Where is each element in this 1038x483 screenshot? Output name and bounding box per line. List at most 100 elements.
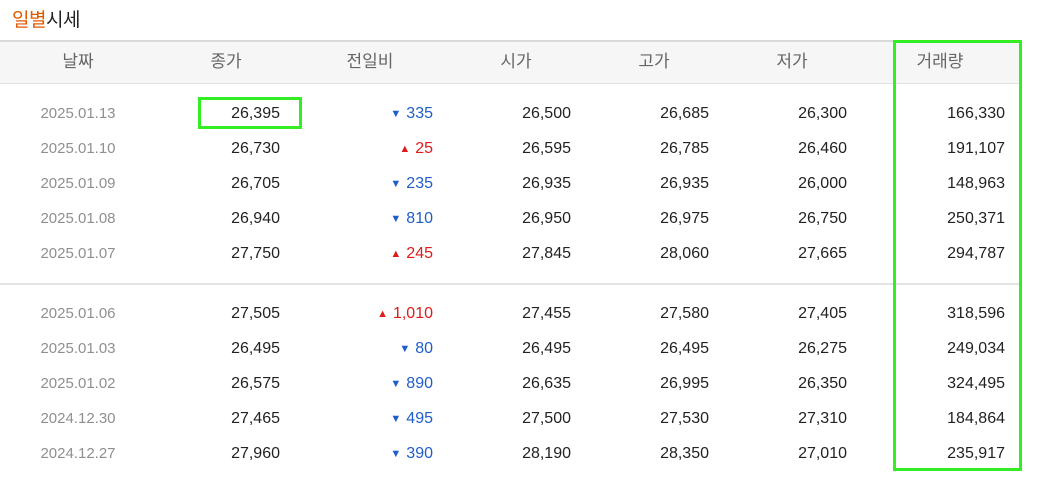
header-close: 종가 bbox=[210, 52, 242, 72]
change-cell: ▼ 335 bbox=[390, 96, 433, 131]
change-cell: ▲ 25 bbox=[399, 131, 433, 166]
change-cell: ▼ 890 bbox=[390, 366, 433, 401]
volume-cell: 294,787 bbox=[947, 245, 1005, 262]
change-value: 25 bbox=[415, 140, 433, 157]
table-row: 2025.01.07 27,750 ▲ 245 27,845 28,060 27,665 29… bbox=[0, 236, 1022, 271]
close-cell: 27,960 bbox=[231, 445, 280, 462]
down-arrow-icon: ▼ bbox=[390, 378, 402, 390]
change-cell: ▼ 390 bbox=[390, 436, 433, 471]
open-cell: 26,635 bbox=[522, 375, 571, 392]
change-value: 235 bbox=[406, 175, 433, 192]
open-cell: 27,500 bbox=[522, 410, 571, 427]
change-cell: ▼ 810 bbox=[390, 201, 433, 236]
date-cell: 2024.12.30 bbox=[40, 410, 116, 427]
up-arrow-icon: ▲ bbox=[377, 308, 388, 320]
down-arrow-icon: ▼ bbox=[390, 413, 402, 425]
low-cell: 27,310 bbox=[798, 410, 847, 427]
open-cell: 26,935 bbox=[522, 175, 571, 192]
low-cell: 26,000 bbox=[798, 175, 847, 192]
date-cell: 2025.01.08 bbox=[40, 210, 116, 227]
close-cell: 27,505 bbox=[231, 305, 280, 322]
table-row: 2025.01.09 26,705 ▼ 235 26,935 26,935 26,000 14… bbox=[0, 166, 1022, 201]
change-value: 495 bbox=[406, 410, 433, 427]
change-value: 335 bbox=[406, 105, 433, 122]
change-cell: ▲ 245 bbox=[390, 236, 433, 271]
high-cell: 27,580 bbox=[660, 305, 709, 322]
volume-cell: 191,107 bbox=[947, 140, 1005, 157]
header-high: 고가 bbox=[638, 52, 670, 72]
close-cell: 26,395 bbox=[231, 105, 280, 122]
section-title-rest: 시세 bbox=[45, 9, 80, 31]
low-cell: 27,010 bbox=[798, 445, 847, 462]
low-cell: 26,460 bbox=[798, 140, 847, 157]
high-cell: 26,935 bbox=[660, 175, 709, 192]
high-cell: 28,060 bbox=[660, 245, 709, 262]
high-cell: 26,785 bbox=[660, 140, 709, 157]
header-date: 날짜 bbox=[62, 52, 94, 72]
open-cell: 27,455 bbox=[522, 305, 571, 322]
down-arrow-icon: ▼ bbox=[390, 448, 402, 460]
change-value: 890 bbox=[406, 375, 433, 392]
close-cell: 27,465 bbox=[231, 410, 280, 427]
change-cell: ▼ 80 bbox=[399, 331, 433, 366]
down-arrow-icon: ▼ bbox=[390, 213, 402, 225]
high-cell: 26,995 bbox=[660, 375, 709, 392]
close-cell: 26,705 bbox=[231, 175, 280, 192]
date-cell: 2025.01.03 bbox=[40, 340, 116, 357]
table-row: 2025.01.10 26,730 ▲ 25 26,595 26,785 26,460 191… bbox=[0, 131, 1022, 166]
high-cell: 26,495 bbox=[660, 340, 709, 357]
high-cell: 27,530 bbox=[660, 410, 709, 427]
date-cell: 2024.12.27 bbox=[40, 445, 116, 462]
low-cell: 26,300 bbox=[798, 105, 847, 122]
change-value: 390 bbox=[406, 445, 433, 462]
low-cell: 26,750 bbox=[798, 210, 847, 227]
open-cell: 26,595 bbox=[522, 140, 571, 157]
up-arrow-icon: ▲ bbox=[399, 143, 411, 155]
close-cell: 26,575 bbox=[231, 375, 280, 392]
date-cell: 2025.01.06 bbox=[40, 305, 116, 322]
low-cell: 26,275 bbox=[798, 340, 847, 357]
high-cell: 26,975 bbox=[660, 210, 709, 227]
volume-cell: 318,596 bbox=[947, 305, 1005, 322]
header-low: 저가 bbox=[776, 52, 808, 72]
table-row: 2024.12.30 27,465 ▼ 495 27,500 27,530 27,310 18… bbox=[0, 401, 1022, 436]
low-cell: 26,350 bbox=[798, 375, 847, 392]
low-cell: 27,405 bbox=[798, 305, 847, 322]
group-divider bbox=[0, 283, 1022, 285]
volume-cell: 148,963 bbox=[947, 175, 1005, 192]
table-header: 날짜 종가 전일비 시가 고가 저가 거래량 bbox=[0, 42, 1022, 84]
date-cell: 2025.01.10 bbox=[40, 140, 116, 157]
table-row: 2025.01.02 26,575 ▼ 890 26,635 26,995 26,350 32… bbox=[0, 366, 1022, 401]
volume-cell: 250,371 bbox=[947, 210, 1005, 227]
section-title-accent: 일별 bbox=[12, 9, 46, 31]
table-row: 2025.01.08 26,940 ▼ 810 26,950 26,975 26,750 25… bbox=[0, 201, 1022, 236]
change-value: 1,010 bbox=[392, 305, 433, 322]
volume-cell: 184,864 bbox=[947, 410, 1005, 427]
date-cell: 2025.01.02 bbox=[40, 375, 116, 392]
change-cell: ▲ 1,010 bbox=[377, 296, 433, 331]
open-cell: 26,950 bbox=[522, 210, 571, 227]
high-cell: 26,685 bbox=[660, 105, 709, 122]
table-row: 2025.01.06 27,505 ▲ 1,010 27,455 27,580 27,405… bbox=[0, 296, 1022, 331]
close-cell: 26,940 bbox=[231, 210, 280, 227]
table-row: 2025.01.03 26,495 ▼ 80 26,495 26,495 26,275 249… bbox=[0, 331, 1022, 366]
change-value: 245 bbox=[406, 245, 433, 262]
open-cell: 28,190 bbox=[522, 445, 571, 462]
header-volume: 거래량 bbox=[916, 52, 964, 72]
close-cell: 26,495 bbox=[231, 340, 280, 357]
date-cell: 2025.01.07 bbox=[40, 245, 116, 262]
volume-cell: 249,034 bbox=[947, 340, 1005, 357]
table-row: 2024.12.27 27,960 ▼ 390 28,190 28,350 27,010 23… bbox=[0, 436, 1022, 471]
volume-cell: 235,917 bbox=[947, 445, 1005, 462]
change-cell: ▼ 495 bbox=[390, 401, 433, 436]
table-row: 2025.01.13 26,395 ▼ 335 26,500 26,685 26,300 16… bbox=[0, 96, 1022, 131]
down-arrow-icon: ▼ bbox=[399, 343, 411, 355]
down-arrow-icon: ▼ bbox=[390, 178, 402, 190]
open-cell: 27,845 bbox=[522, 245, 571, 262]
up-arrow-icon: ▲ bbox=[390, 248, 402, 260]
low-cell: 27,665 bbox=[798, 245, 847, 262]
date-cell: 2025.01.09 bbox=[40, 175, 116, 192]
header-change: 전일비 bbox=[346, 52, 394, 72]
section-title: 일별시세 bbox=[12, 6, 80, 34]
change-value: 80 bbox=[415, 340, 433, 357]
